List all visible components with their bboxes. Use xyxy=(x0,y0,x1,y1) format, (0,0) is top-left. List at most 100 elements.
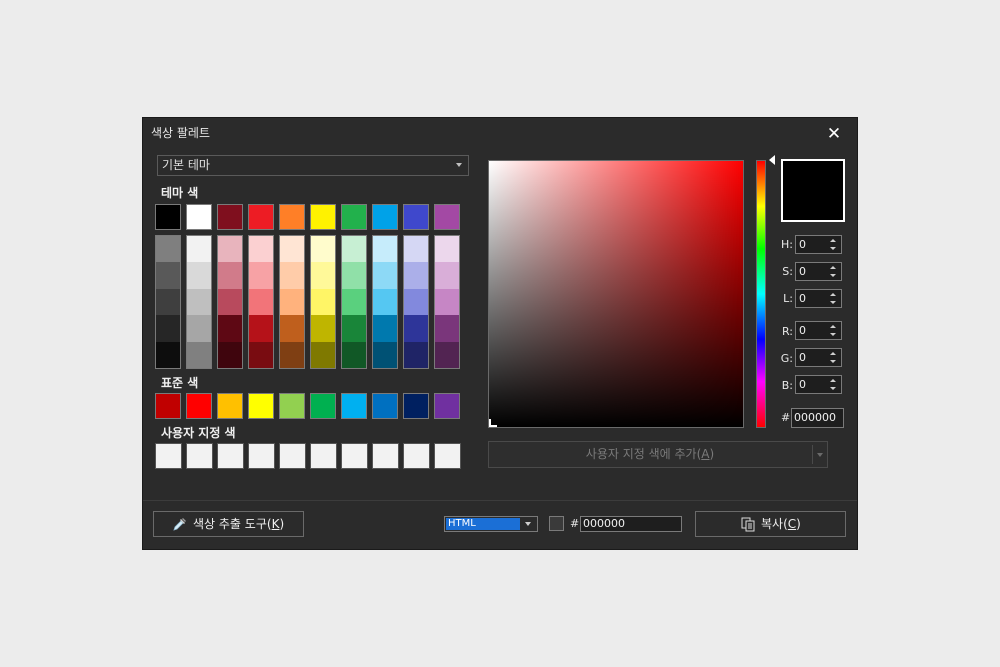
theme-shade-swatch[interactable] xyxy=(249,236,273,263)
theme-shade-swatch[interactable] xyxy=(311,288,335,316)
standard-color-swatch[interactable] xyxy=(279,393,305,419)
decrement-icon[interactable] xyxy=(830,387,836,390)
theme-shade-swatch[interactable] xyxy=(435,288,459,316)
custom-color-swatch[interactable] xyxy=(310,443,337,469)
theme-shade-swatch[interactable] xyxy=(373,288,397,316)
copy-button[interactable]: 복사(C) xyxy=(695,511,846,537)
increment-icon[interactable] xyxy=(830,352,836,355)
theme-shade-swatch[interactable] xyxy=(404,341,428,368)
theme-shade-swatch[interactable] xyxy=(218,288,242,316)
increment-icon[interactable] xyxy=(830,239,836,242)
custom-color-swatch[interactable] xyxy=(217,443,244,469)
theme-color-swatch[interactable] xyxy=(341,204,367,230)
h-input[interactable]: 0 xyxy=(795,235,842,254)
theme-shade-swatch[interactable] xyxy=(187,236,211,263)
theme-shade-swatch[interactable] xyxy=(404,236,428,263)
theme-color-swatch[interactable] xyxy=(403,204,429,230)
theme-shade-swatch[interactable] xyxy=(218,341,242,368)
theme-shade-swatch[interactable] xyxy=(435,341,459,368)
theme-color-swatch[interactable] xyxy=(434,204,460,230)
theme-color-swatch[interactable] xyxy=(155,204,181,230)
theme-shade-swatch[interactable] xyxy=(311,262,335,289)
theme-shade-swatch[interactable] xyxy=(187,315,211,342)
increment-icon[interactable] xyxy=(830,379,836,382)
theme-shade-swatch[interactable] xyxy=(218,315,242,342)
theme-shade-swatch[interactable] xyxy=(342,315,366,342)
custom-color-swatch[interactable] xyxy=(248,443,275,469)
standard-color-swatch[interactable] xyxy=(434,393,460,419)
format-dropdown[interactable]: HTML xyxy=(444,516,538,532)
picker-cursor[interactable] xyxy=(489,419,497,427)
saturation-lightness-picker[interactable] xyxy=(488,160,744,428)
custom-color-swatch[interactable] xyxy=(434,443,461,469)
increment-icon[interactable] xyxy=(830,325,836,328)
theme-shade-swatch[interactable] xyxy=(218,262,242,289)
decrement-icon[interactable] xyxy=(830,333,836,336)
custom-color-swatch[interactable] xyxy=(279,443,306,469)
output-value-field[interactable]: 000000 xyxy=(580,516,682,532)
theme-shade-swatch[interactable] xyxy=(249,288,273,316)
theme-shade-swatch[interactable] xyxy=(404,315,428,342)
theme-shade-swatch[interactable] xyxy=(156,236,180,263)
hue-slider-handle[interactable] xyxy=(769,155,775,165)
theme-shade-swatch[interactable] xyxy=(342,288,366,316)
theme-shade-swatch[interactable] xyxy=(311,236,335,263)
theme-shade-swatch[interactable] xyxy=(404,262,428,289)
theme-shade-swatch[interactable] xyxy=(280,262,304,289)
b-input[interactable]: 0 xyxy=(795,375,842,394)
theme-shade-swatch[interactable] xyxy=(249,262,273,289)
decrement-icon[interactable] xyxy=(830,247,836,250)
decrement-icon[interactable] xyxy=(830,301,836,304)
standard-color-swatch[interactable] xyxy=(403,393,429,419)
theme-shade-swatch[interactable] xyxy=(373,262,397,289)
theme-shade-swatch[interactable] xyxy=(435,315,459,342)
custom-color-swatch[interactable] xyxy=(372,443,399,469)
standard-color-swatch[interactable] xyxy=(372,393,398,419)
r-input[interactable]: 0 xyxy=(795,321,842,340)
theme-shade-swatch[interactable] xyxy=(187,262,211,289)
theme-color-swatch[interactable] xyxy=(372,204,398,230)
custom-color-swatch[interactable] xyxy=(341,443,368,469)
theme-shade-swatch[interactable] xyxy=(249,315,273,342)
theme-shade-swatch[interactable] xyxy=(218,236,242,263)
theme-shade-swatch[interactable] xyxy=(404,288,428,316)
theme-color-swatch[interactable] xyxy=(217,204,243,230)
theme-shade-swatch[interactable] xyxy=(373,236,397,263)
theme-shade-swatch[interactable] xyxy=(342,236,366,263)
theme-shade-swatch[interactable] xyxy=(156,288,180,316)
theme-shade-swatch[interactable] xyxy=(187,341,211,368)
hex-input[interactable]: 000000 xyxy=(791,408,844,428)
theme-color-swatch[interactable] xyxy=(186,204,212,230)
theme-shade-swatch[interactable] xyxy=(311,341,335,368)
increment-icon[interactable] xyxy=(830,293,836,296)
theme-shade-swatch[interactable] xyxy=(156,262,180,289)
theme-shade-swatch[interactable] xyxy=(156,341,180,368)
theme-shade-swatch[interactable] xyxy=(187,288,211,316)
custom-color-swatch[interactable] xyxy=(155,443,182,469)
theme-shade-swatch[interactable] xyxy=(280,236,304,263)
l-input[interactable]: 0 xyxy=(795,289,842,308)
theme-shade-swatch[interactable] xyxy=(435,236,459,263)
theme-shade-swatch[interactable] xyxy=(373,315,397,342)
theme-shade-swatch[interactable] xyxy=(311,315,335,342)
hue-slider[interactable] xyxy=(756,160,766,428)
standard-color-swatch[interactable] xyxy=(217,393,243,419)
theme-color-swatch[interactable] xyxy=(279,204,305,230)
theme-shade-swatch[interactable] xyxy=(280,288,304,316)
theme-shade-swatch[interactable] xyxy=(280,315,304,342)
theme-shade-swatch[interactable] xyxy=(156,315,180,342)
standard-color-swatch[interactable] xyxy=(248,393,274,419)
theme-shade-swatch[interactable] xyxy=(342,262,366,289)
eyedropper-button[interactable]: 색상 추출 도구(K) xyxy=(153,511,304,537)
standard-color-swatch[interactable] xyxy=(341,393,367,419)
s-input[interactable]: 0 xyxy=(795,262,842,281)
close-icon[interactable]: ✕ xyxy=(823,124,845,144)
increment-icon[interactable] xyxy=(830,266,836,269)
theme-shade-swatch[interactable] xyxy=(373,341,397,368)
theme-shade-swatch[interactable] xyxy=(280,341,304,368)
decrement-icon[interactable] xyxy=(830,274,836,277)
standard-color-swatch[interactable] xyxy=(310,393,336,419)
theme-shade-swatch[interactable] xyxy=(435,262,459,289)
theme-dropdown[interactable]: 기본 테마 xyxy=(157,155,469,176)
standard-color-swatch[interactable] xyxy=(186,393,212,419)
